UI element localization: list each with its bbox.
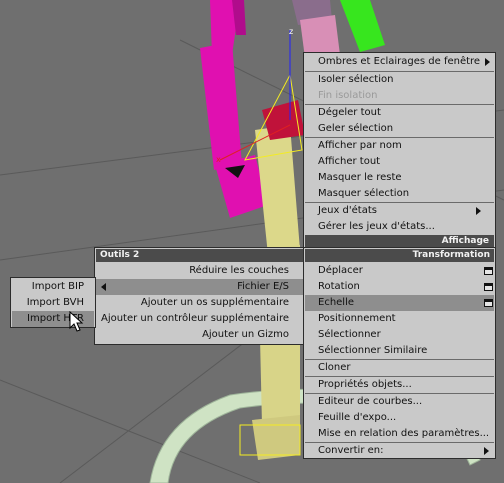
menu-item-import-bip[interactable]: Import BIP [12, 279, 94, 295]
mouse-cursor-icon [69, 311, 84, 332]
menu-item-unhide-all[interactable]: Afficher tout [305, 154, 494, 170]
menu-item-convert-to[interactable]: Convertir en: [305, 443, 494, 459]
menu-item-select-similar[interactable]: Sélectionner Similaire [305, 343, 494, 359]
menu-item-file-io[interactable]: Fichier E/S [96, 279, 303, 295]
menu-item-select[interactable]: Sélectionner [305, 327, 494, 343]
biped-bone-yellow [255, 125, 300, 255]
menu-item-freeze-selection[interactable]: Geler sélection [305, 121, 494, 137]
quad-menu-transform: Transformation Déplacer Rotation Echelle… [303, 247, 496, 459]
menu-item-curve-editor[interactable]: Editeur de courbes... [305, 394, 494, 410]
menu-item-manage-state-sets[interactable]: Gérer les jeux d'états... [305, 219, 494, 235]
menu-item-scale[interactable]: Echelle [305, 295, 494, 311]
axis-label-x: x [216, 155, 221, 164]
menu-item-move[interactable]: Déplacer [305, 263, 494, 279]
submenu-arrow-icon [484, 447, 489, 455]
menu-item-end-isolation: Fin isolation [318, 90, 378, 101]
submenu-arrow-icon [476, 207, 481, 215]
menu-item-add-extra-controller[interactable]: Ajouter un contrôleur supplémentaire [96, 311, 303, 327]
menu-item-unfreeze-all[interactable]: Dégeler tout [305, 105, 494, 121]
biped-pelvis [262, 100, 305, 140]
submenu-arrow-left-icon [101, 283, 106, 291]
submenu-arrow-icon [485, 58, 490, 66]
menu-item-wire-parameters[interactable]: Mise en relation des paramètres... [305, 426, 494, 442]
biped-leg-green [340, 0, 385, 52]
window-icon[interactable] [484, 267, 493, 275]
menu-item-hide-unselected[interactable]: Masquer le reste [305, 170, 494, 186]
menu-item-state-sets[interactable]: Jeux d'états [305, 203, 494, 219]
menu-item-add-gizmo[interactable]: Ajouter un Gizmo [96, 327, 303, 343]
axis-label-z: z [289, 27, 294, 36]
menu-item-viewport-shadows[interactable]: Ombres et Eclairages de fenêtre [305, 54, 494, 70]
window-icon[interactable] [484, 283, 493, 291]
menu-item-clone[interactable]: Cloner [305, 360, 494, 376]
menu-item-isolate-selection[interactable]: Isoler sélection [305, 72, 494, 88]
quad-menu-display: Ombres et Eclairages de fenêtre Isoler s… [303, 52, 496, 248]
menu-item-placement[interactable]: Positionnement [305, 311, 494, 327]
menu-item-add-extra-bone[interactable]: Ajouter un os supplémentaire [96, 295, 303, 311]
menu-item-rotate[interactable]: Rotation [305, 279, 494, 295]
menu-item-import-bvh[interactable]: Import BVH [12, 295, 94, 311]
window-icon[interactable] [484, 299, 493, 307]
quad-header-transform: Transformation [305, 249, 494, 262]
quad-menu-tools2: Outils 2 Réduire les couches Fichier E/S… [94, 247, 305, 345]
menu-item-object-properties[interactable]: Propriétés objets... [305, 377, 494, 393]
menu-item-collapse-layers[interactable]: Réduire les couches [96, 263, 303, 279]
quad-header-tools2: Outils 2 [96, 249, 303, 262]
menu-item-hide-selection[interactable]: Masquer sélection [305, 186, 494, 202]
menu-item-unhide-by-name[interactable]: Afficher par nom [305, 138, 494, 154]
menu-item-dope-sheet[interactable]: Feuille d'expo... [305, 410, 494, 426]
